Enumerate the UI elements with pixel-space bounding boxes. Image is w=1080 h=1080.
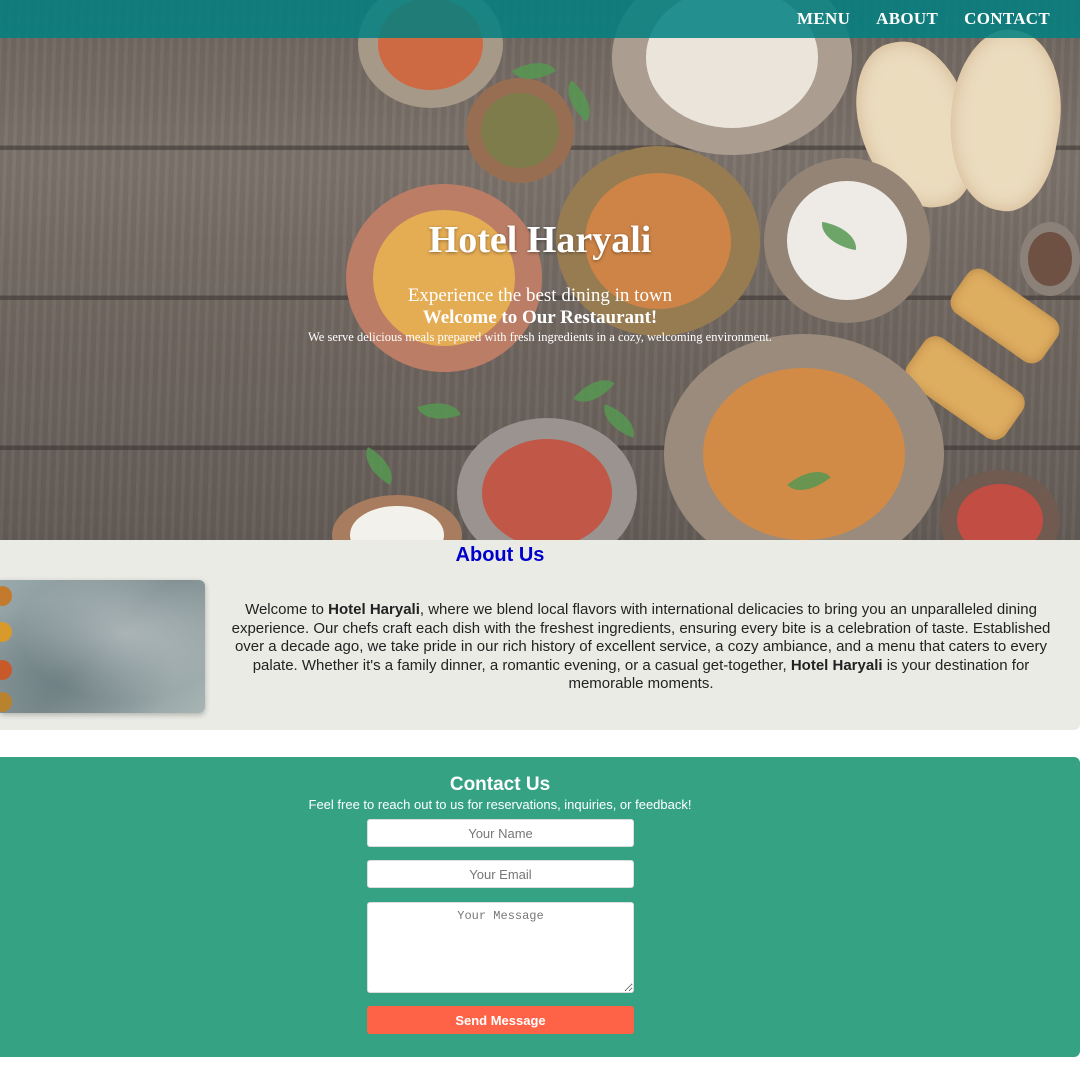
top-navbar: MENU ABOUT CONTACT: [0, 0, 1080, 38]
contact-title: Contact Us: [449, 774, 551, 795]
nav-link-menu[interactable]: MENU: [797, 9, 850, 29]
message-textarea[interactable]: [367, 902, 634, 993]
hero-title: Hotel Haryali: [428, 219, 652, 261]
brand-name: Hotel Haryali: [790, 656, 883, 674]
hero-description: We serve delicious meals prepared with f…: [307, 330, 772, 344]
about-title: About Us: [455, 544, 545, 566]
nav-link-contact[interactable]: CONTACT: [964, 9, 1050, 29]
hero-section: Hotel Haryali Experience the best dining…: [0, 0, 1080, 540]
email-input[interactable]: [367, 860, 634, 888]
brand-name: Hotel Haryali: [328, 601, 420, 618]
contact-section: Contact Us Feel free to reach out to us …: [0, 757, 1080, 1057]
hero-tagline: Experience the best dining in town: [407, 285, 673, 306]
about-image: [0, 580, 205, 713]
hero-overlay: [0, 0, 1080, 540]
name-input[interactable]: [367, 819, 634, 847]
about-section: About Us Welcome to Hotel Haryali, where…: [0, 540, 1080, 730]
contact-subtitle: Feel free to reach out to us for reserva…: [308, 797, 692, 812]
hero-welcome-heading: Welcome to Our Restaurant!: [422, 307, 658, 328]
send-message-button[interactable]: Send Message: [367, 1006, 634, 1034]
nav-link-about[interactable]: ABOUT: [876, 9, 938, 29]
about-description: Welcome to Hotel Haryali, where we blend…: [231, 601, 1051, 692]
